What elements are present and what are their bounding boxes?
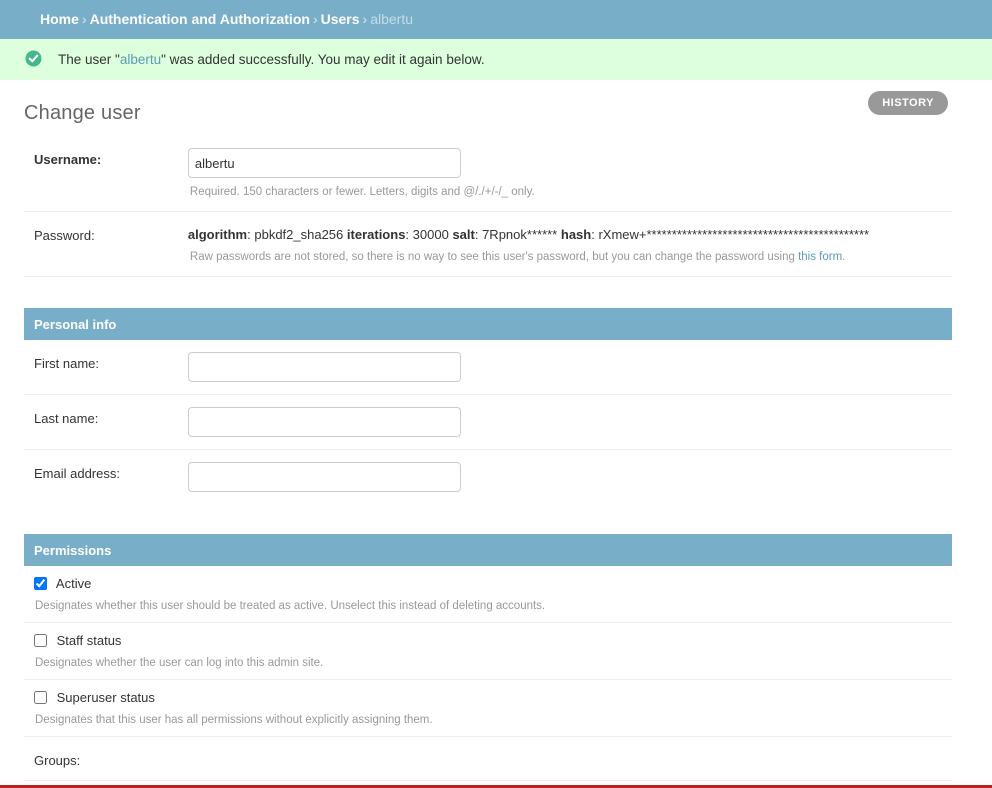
breadcrumb-separator: › (360, 11, 371, 27)
first-name-field-col (188, 352, 461, 382)
superuser-status-checkbox-line: Superuser status (34, 690, 952, 706)
password-help-before: Raw passwords are not stored, so there i… (190, 251, 798, 263)
password-field-col: algorithm: pbkdf2_sha256 iterations: 300… (188, 224, 869, 264)
form-row-staff-status: Staff status Designates whether the user… (24, 623, 952, 680)
email-label: Email address: (24, 462, 184, 481)
change-password-link[interactable]: this form (798, 251, 842, 263)
superuser-status-checkbox[interactable] (34, 691, 47, 704)
active-checkbox-line: Active (34, 576, 952, 592)
password-label: Password: (24, 224, 184, 243)
title-bar: Change user HISTORY (24, 80, 952, 136)
groups-label: Groups: (24, 749, 184, 768)
password-hash-value: rXmew+**********************************… (598, 227, 869, 242)
username-help-text: Required. 150 characters or fewer. Lette… (188, 178, 535, 199)
form-row-last-name: Last name: (24, 395, 952, 450)
password-iterations-key: iterations (347, 227, 406, 242)
form-row-email: Email address: (24, 450, 952, 504)
breadcrumb: Home›Authentication and Authorization›Us… (0, 0, 992, 39)
active-help-text: Designates whether this user should be t… (34, 592, 952, 613)
email-input[interactable] (188, 462, 461, 492)
username-field-col: Required. 150 characters or fewer. Lette… (188, 148, 535, 199)
last-name-field-col (188, 407, 461, 437)
personal-info-module: Personal info First name: Last name: Ema… (24, 308, 952, 504)
last-name-label: Last name: (24, 407, 184, 426)
last-name-input[interactable] (188, 407, 461, 437)
password-hash-readonly: algorithm: pbkdf2_sha256 iterations: 300… (188, 224, 869, 243)
form-row-superuser-status: Superuser status Designates that this us… (24, 680, 952, 737)
staff-status-checkbox-line: Staff status (34, 633, 952, 649)
username-input[interactable] (188, 148, 461, 178)
message-user-link[interactable]: albertu (120, 52, 161, 67)
active-label[interactable]: Active (56, 576, 91, 591)
permissions-header: Permissions (24, 534, 952, 566)
password-salt-key: salt (452, 227, 474, 242)
success-message-banner: The user "albertu" was added successfull… (0, 39, 992, 80)
form-row-active: Active Designates whether this user shou… (24, 566, 952, 623)
breadcrumb-item-home[interactable]: Home (40, 11, 79, 27)
username-label: Username: (24, 148, 184, 167)
password-iterations-value: 30000 (413, 227, 449, 242)
password-algorithm-key: algorithm (188, 227, 247, 242)
breadcrumb-item-users[interactable]: Users (321, 11, 360, 27)
password-algorithm-value: pbkdf2_sha256 (254, 227, 343, 242)
staff-status-label[interactable]: Staff status (57, 633, 122, 648)
user-credentials-module: Username: Required. 150 characters or fe… (24, 136, 952, 277)
breadcrumb-item-current: albertu (370, 11, 413, 27)
password-help-text: Raw passwords are not stored, so there i… (188, 243, 869, 264)
personal-info-header: Personal info (24, 308, 952, 340)
form-row-groups: Groups: (24, 737, 952, 781)
first-name-input[interactable] (188, 352, 461, 382)
email-field-col (188, 462, 461, 492)
superuser-status-label[interactable]: Superuser status (57, 690, 155, 705)
form-row-username: Username: Required. 150 characters or fe… (24, 136, 952, 212)
page-title: Change user (24, 80, 952, 133)
message-suffix: " was added successfully. You may edit i… (161, 52, 485, 67)
success-check-icon (25, 50, 42, 67)
staff-status-help-text: Designates whether the user can log into… (34, 649, 952, 670)
password-salt-value: 7Rpnok****** (482, 227, 557, 242)
first-name-label: First name: (24, 352, 184, 371)
staff-status-checkbox[interactable] (34, 634, 47, 647)
breadcrumb-item-auth[interactable]: Authentication and Authorization (90, 11, 310, 27)
form-row-password: Password: algorithm: pbkdf2_sha256 itera… (24, 212, 952, 277)
admin-change-user-page: Home›Authentication and Authorization›Us… (0, 0, 992, 788)
password-hash-key: hash (561, 227, 591, 242)
form-row-first-name: First name: (24, 340, 952, 395)
message-prefix: The user " (58, 52, 120, 67)
breadcrumb-separator: › (79, 11, 90, 27)
success-message-text: The user "albertu" was added successfull… (58, 52, 485, 67)
object-tools: HISTORY (868, 91, 948, 115)
active-checkbox[interactable] (34, 577, 47, 590)
history-button[interactable]: HISTORY (868, 91, 948, 115)
breadcrumb-separator: › (310, 11, 321, 27)
superuser-status-help-text: Designates that this user has all permis… (34, 706, 952, 727)
permissions-module: Permissions Active Designates whether th… (24, 534, 952, 781)
password-help-after: . (842, 251, 845, 263)
